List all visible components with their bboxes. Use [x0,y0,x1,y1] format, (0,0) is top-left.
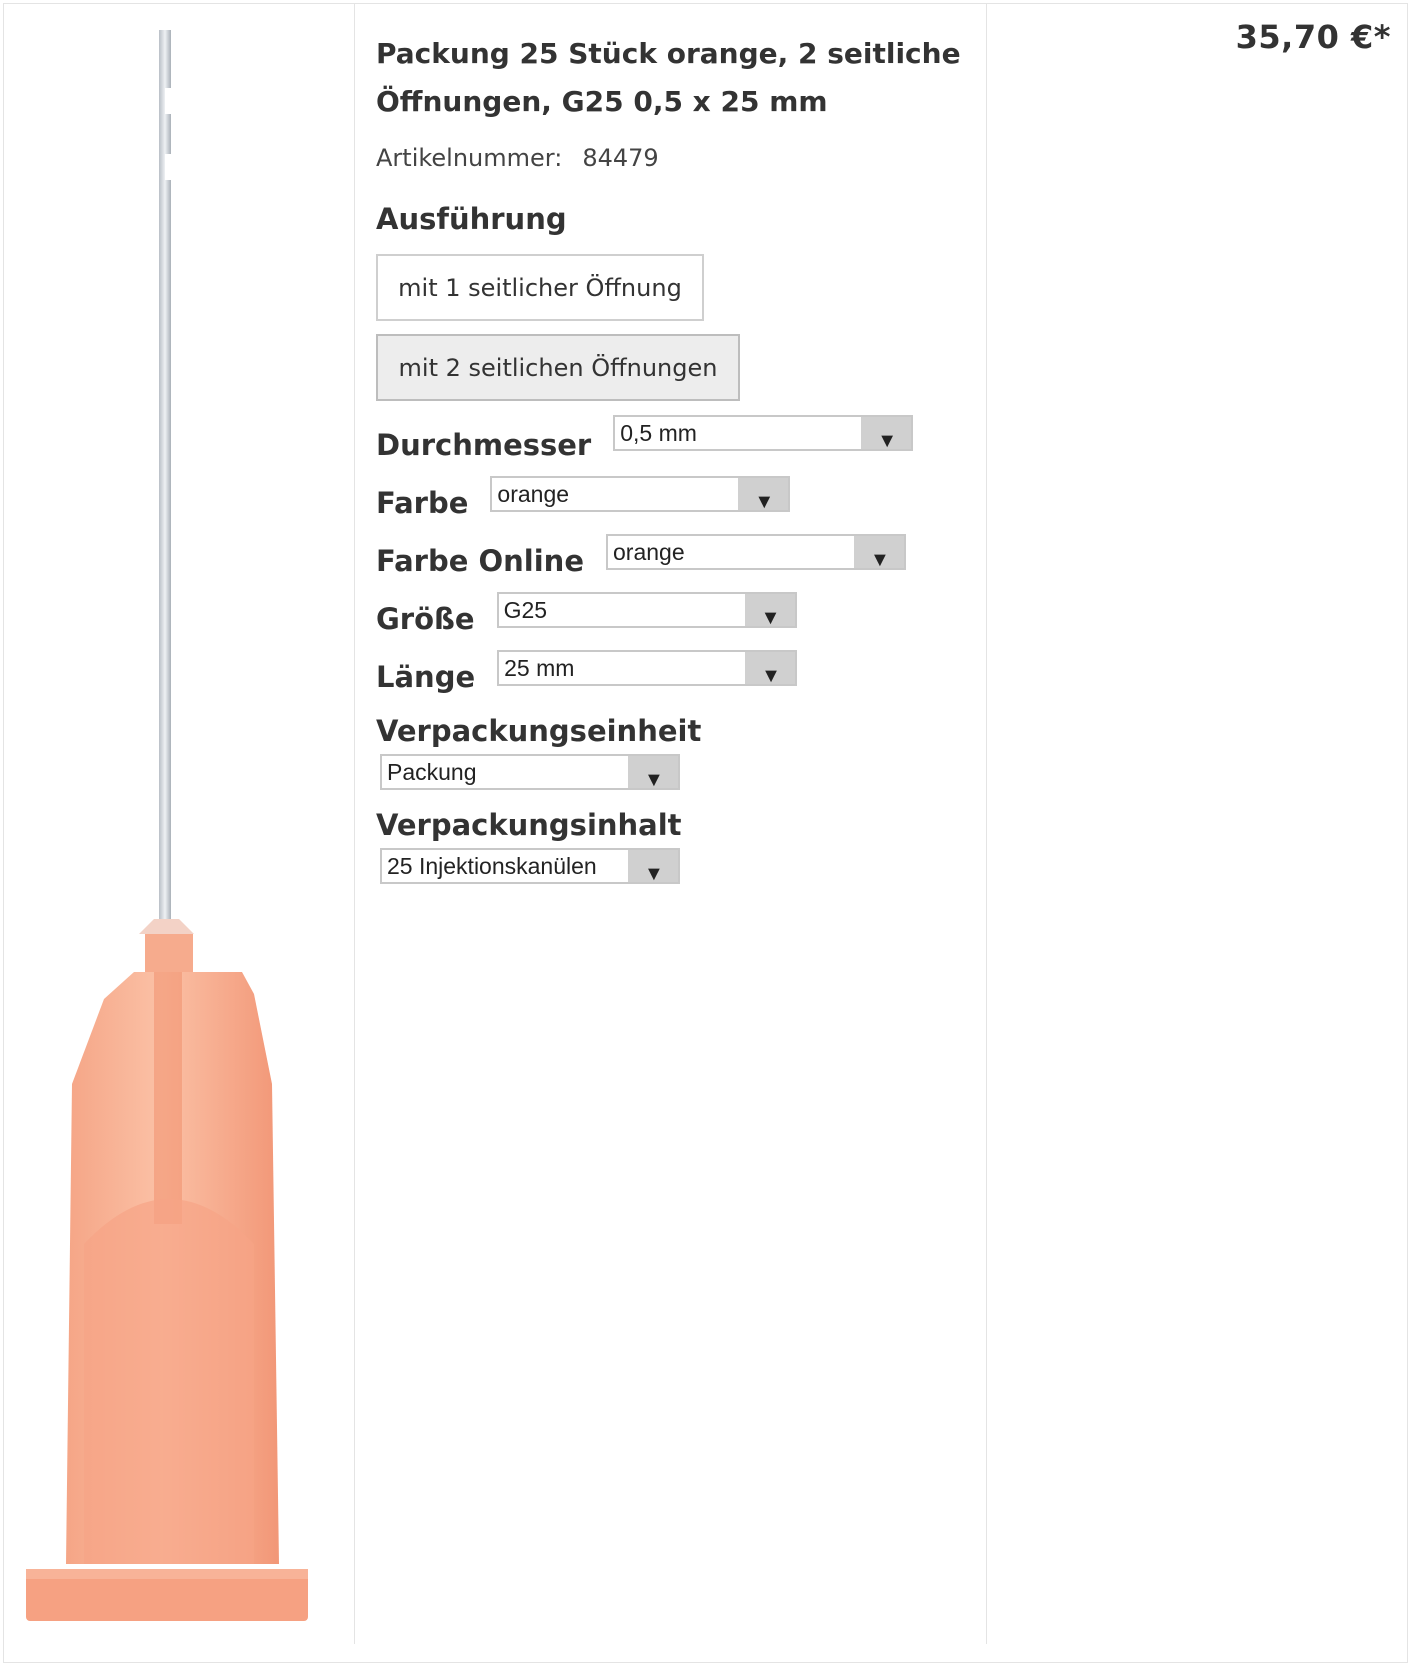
dropdown-arrow-icon: ▼ [854,536,904,570]
dropdown-arrow-icon: ▼ [744,594,795,628]
field-laenge: Länge 25 mm ▼ [376,650,976,694]
field-groesse: Größe G25 ▼ [376,592,976,636]
column-divider [986,4,987,1644]
durchmesser-select[interactable]: 0,5 mm ▼ [613,415,914,451]
variant-options: mit 1 seitlicher Öffnung [376,254,976,321]
groesse-label: Größe [376,602,475,636]
dropdown-arrow-icon: ▼ [861,417,912,451]
variant-option-1-opening[interactable]: mit 1 seitlicher Öffnung [376,254,704,321]
field-durchmesser: Durchmesser 0,5 mm ▼ [376,415,976,462]
product-title: Packung 25 Stück orange, 2 seitliche Öff… [376,37,961,118]
verpackungsinhalt-select[interactable]: 25 Injektionskanülen ▼ [380,848,680,884]
farbe-online-select[interactable]: orange ▼ [606,534,906,570]
product-price: 35,70 €* [1235,18,1391,56]
injection-needle-image [26,30,308,1621]
laenge-label: Länge [376,660,476,694]
field-verpackungseinheit: Verpackungseinheit Packung ▼ [376,714,976,790]
verpackungseinheit-label: Verpackungseinheit [376,714,702,748]
article-number-value: 84479 [582,144,659,172]
dropdown-arrow-icon: ▼ [628,756,678,790]
field-farbe: Farbe orange ▼ [376,476,976,520]
dropdown-arrow-icon: ▼ [628,850,678,884]
field-farbe-online: Farbe Online orange ▼ [376,534,976,578]
dropdown-arrow-icon: ▼ [745,652,796,686]
farbe-label: Farbe [376,486,469,520]
column-divider [354,4,355,1644]
farbe-select-value: orange [497,481,570,507]
farbe-online-select-value: orange [613,539,685,565]
article-number: Artikelnummer: 84479 [376,144,976,172]
laenge-select[interactable]: 25 mm ▼ [497,650,798,686]
verpackungsinhalt-label: Verpackungsinhalt [376,808,682,842]
groesse-select[interactable]: G25 ▼ [496,592,797,628]
verpackungsinhalt-select-value: 25 Injektionskanülen [387,853,597,879]
verpackungseinheit-select[interactable]: Packung ▼ [380,754,680,790]
durchmesser-label: Durchmesser [376,428,592,462]
variant-heading: Ausführung [376,202,567,236]
variant-option-2-openings[interactable]: mit 2 seitlichen Öffnungen [376,334,740,401]
durchmesser-select-value: 0,5 mm [620,420,697,446]
farbe-online-label: Farbe Online [376,544,584,578]
farbe-select[interactable]: orange ▼ [490,476,791,512]
product-info: Packung 25 Stück orange, 2 seitliche Öff… [376,30,976,884]
dropdown-arrow-icon: ▼ [738,478,789,512]
verpackungseinheit-select-value: Packung [387,759,477,785]
product-image [4,4,354,1639]
groesse-select-value: G25 [503,597,548,623]
laenge-select-value: 25 mm [504,655,575,681]
article-number-label: Artikelnummer: [376,144,563,172]
field-verpackungsinhalt: Verpackungsinhalt 25 Injektionskanülen ▼ [376,808,976,884]
